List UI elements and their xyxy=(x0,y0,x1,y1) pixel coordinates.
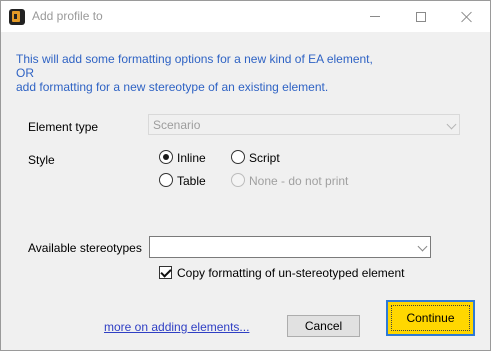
maximize-icon xyxy=(416,11,426,22)
copy-formatting-checkbox[interactable] xyxy=(159,266,172,279)
style-option-table-label: Table xyxy=(177,174,206,188)
style-option-inline-label: Inline xyxy=(177,151,206,165)
style-radio-script[interactable] xyxy=(231,150,245,164)
style-radio-table[interactable] xyxy=(159,173,173,187)
style-radio-none xyxy=(231,173,245,187)
continue-button[interactable]: Continue xyxy=(386,300,475,336)
intro-text: This will add some formatting options fo… xyxy=(16,52,373,94)
close-icon xyxy=(461,11,473,23)
chevron-down-icon[interactable] xyxy=(417,241,428,252)
cancel-button[interactable]: Cancel xyxy=(287,315,360,337)
close-button[interactable] xyxy=(444,1,490,32)
intro-line-1: This will add some formatting options fo… xyxy=(16,52,373,66)
stereotypes-combobox[interactable] xyxy=(149,236,431,258)
style-label: Style xyxy=(28,153,55,167)
title-bar: Add profile to xyxy=(1,1,490,32)
app-logo-icon xyxy=(9,9,25,25)
cancel-button-label: Cancel xyxy=(304,319,343,333)
more-info-link[interactable]: more on adding elements... xyxy=(104,320,249,334)
available-stereotypes-label: Available stereotypes xyxy=(28,241,142,255)
window-title: Add profile to xyxy=(32,9,103,23)
style-option-script-label: Script xyxy=(249,151,280,165)
minimize-icon xyxy=(370,16,380,17)
element-type-select: Scenario xyxy=(148,114,460,135)
style-radio-inline[interactable] xyxy=(159,150,173,164)
style-option-none-label: None - do not print xyxy=(249,174,349,188)
copy-formatting-label[interactable]: Copy formatting of un-stereotyped elemen… xyxy=(177,266,404,280)
minimize-button[interactable] xyxy=(352,1,398,32)
chevron-down-icon xyxy=(446,119,457,130)
add-profile-dialog: Add profile to This will add some format… xyxy=(0,0,491,351)
element-type-label: Element type xyxy=(28,120,99,134)
intro-line-3: add formatting for a new stereotype of a… xyxy=(16,80,329,94)
intro-line-2: OR xyxy=(16,66,34,80)
maximize-button[interactable] xyxy=(398,1,444,32)
focus-ring xyxy=(391,305,470,331)
element-type-value: Scenario xyxy=(153,118,201,132)
